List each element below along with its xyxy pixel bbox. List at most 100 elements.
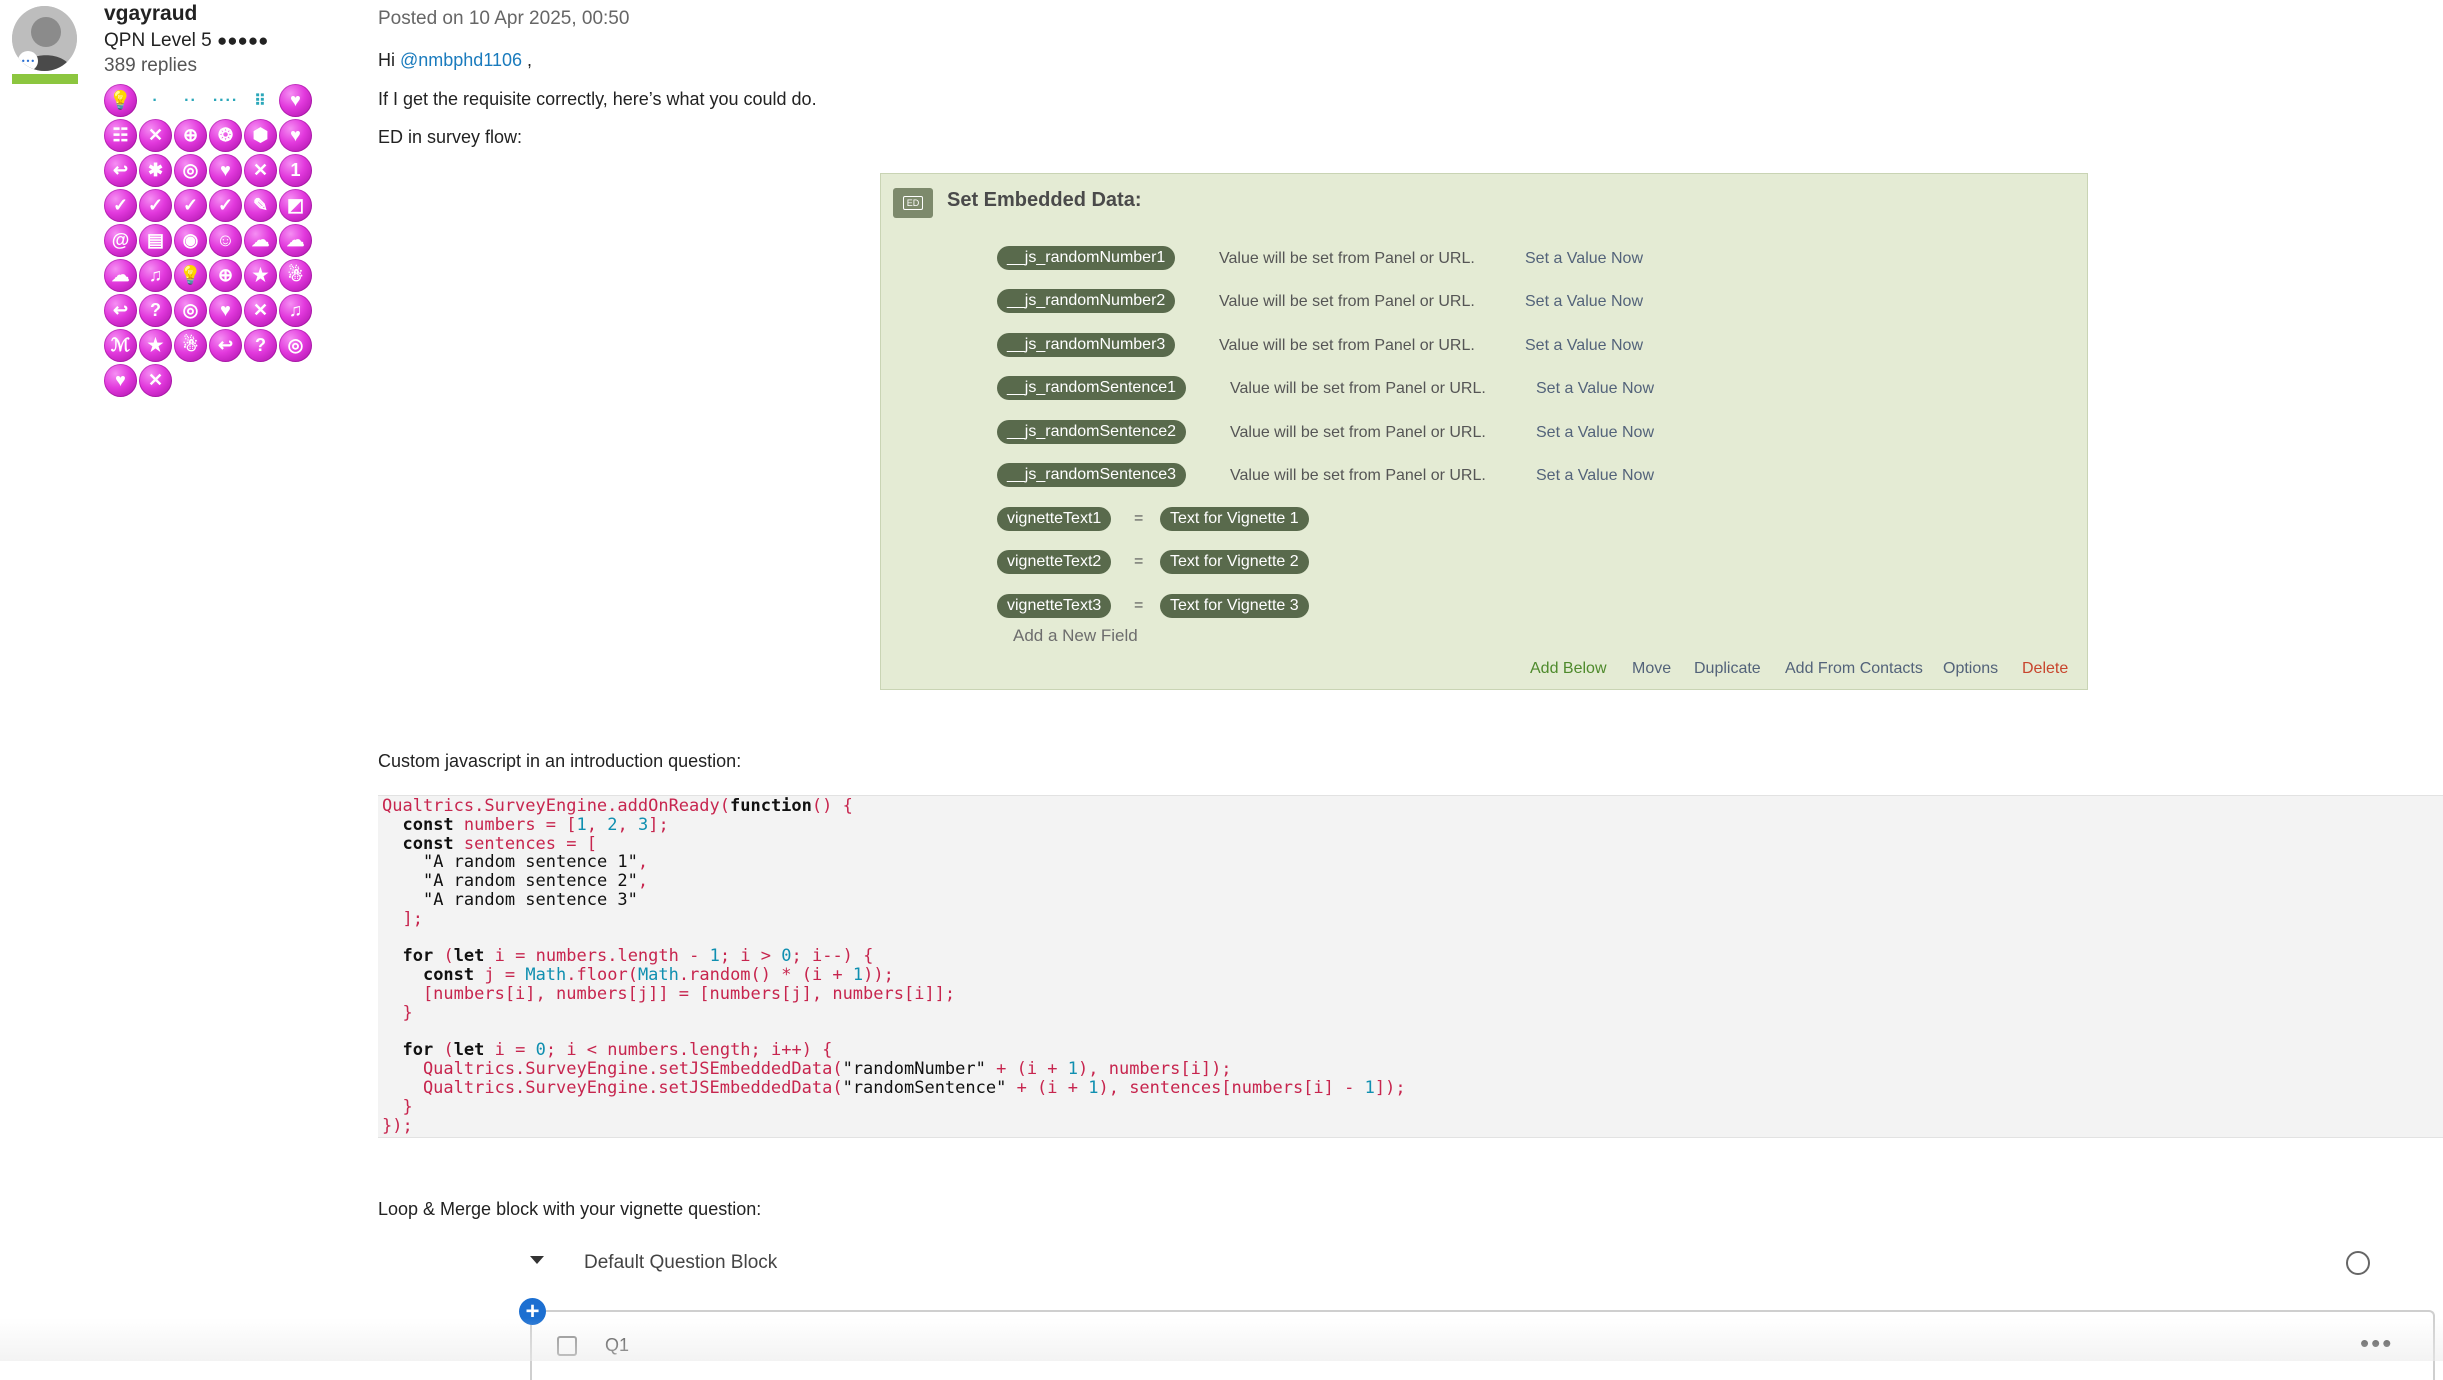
- field-note: Value will be set from Panel or URL.: [1230, 424, 1486, 441]
- author-name[interactable]: vgayraud: [104, 2, 197, 26]
- post-text: Loop & Merge block with your vignette qu…: [378, 1199, 762, 1219]
- badge-icon[interactable]: ✓: [104, 189, 137, 222]
- badge-icon[interactable]: ♫: [139, 259, 172, 292]
- badge-icon[interactable]: ?: [139, 294, 172, 327]
- badge-icon[interactable]: ✕: [139, 364, 172, 397]
- level-dots: ●●●●●: [217, 31, 269, 50]
- field-pill[interactable]: __js_randomSentence3: [997, 463, 1187, 487]
- action-duplicate-link[interactable]: Duplicate: [1694, 660, 1761, 678]
- badge-icon[interactable]: ♫: [279, 294, 312, 327]
- set-value-link[interactable]: Set a Value Now: [1536, 467, 1654, 485]
- set-value-link[interactable]: Set a Value Now: [1536, 424, 1654, 442]
- badge-icon[interactable]: 💡: [104, 84, 137, 117]
- badge-icon[interactable]: ✕: [244, 294, 277, 327]
- badge-icon[interactable]: ◉: [174, 224, 207, 257]
- avatar[interactable]: •••: [12, 6, 77, 71]
- badge-icon[interactable]: ·: [139, 84, 172, 117]
- field-pill[interactable]: __js_randomSentence1: [997, 376, 1187, 400]
- equals-sign: =: [1134, 597, 1144, 614]
- badge-icon[interactable]: ♥: [104, 364, 137, 397]
- field-pill[interactable]: __js_randomNumber1: [997, 246, 1176, 270]
- action-delete-link[interactable]: Delete: [2022, 660, 2068, 678]
- action-add-from-contacts-link[interactable]: Add From Contacts: [1785, 660, 1923, 678]
- badge-icon[interactable]: ℳ: [104, 329, 137, 362]
- badge-icon[interactable]: ★: [244, 259, 277, 292]
- field-pill[interactable]: vignetteText2: [997, 550, 1112, 574]
- badge-icon[interactable]: ◩: [279, 189, 312, 222]
- more-options-icon[interactable]: •••: [2360, 1330, 2393, 1356]
- set-value-link[interactable]: Set a Value Now: [1525, 337, 1643, 355]
- badge-icon[interactable]: 1: [279, 154, 312, 187]
- field-note: Value will be set from Panel or URL.: [1230, 380, 1486, 397]
- set-value-link[interactable]: Set a Value Now: [1525, 250, 1643, 268]
- badge-icon[interactable]: ❂: [209, 119, 242, 152]
- question-label: Q1: [605, 1335, 630, 1355]
- badge-icon[interactable]: ☁: [104, 259, 137, 292]
- field-pill[interactable]: vignetteText3: [997, 594, 1112, 618]
- badge-icon[interactable]: ⊕: [209, 259, 242, 292]
- field-note: Value will be set from Panel or URL.: [1219, 293, 1475, 310]
- code-content: Qualtrics.SurveyEngine.addOnReady(functi…: [382, 796, 1406, 1136]
- value-pill[interactable]: Text for Vignette 2: [1160, 550, 1309, 574]
- badge-icon[interactable]: ✎: [244, 189, 277, 222]
- set-value-link[interactable]: Set a Value Now: [1536, 380, 1654, 398]
- field-pill[interactable]: __js_randomNumber3: [997, 333, 1176, 357]
- badge-icon[interactable]: ◎: [174, 154, 207, 187]
- question-checkbox[interactable]: [557, 1336, 577, 1356]
- rank-bar: [12, 74, 78, 84]
- post-text: ED in survey flow:: [378, 127, 523, 147]
- badge-icon[interactable]: ↩: [104, 294, 137, 327]
- badge-icon[interactable]: ✕: [139, 119, 172, 152]
- greeting-suffix: ,: [522, 50, 533, 70]
- badge-icon[interactable]: ▤: [139, 224, 172, 257]
- set-value-link[interactable]: Set a Value Now: [1525, 293, 1643, 311]
- greeting-prefix: Hi: [378, 50, 400, 70]
- badge-icon[interactable]: ⊕: [174, 119, 207, 152]
- action-options-link[interactable]: Options: [1943, 660, 1998, 678]
- badge-icon[interactable]: ☃: [174, 329, 207, 362]
- badge-icon[interactable]: ☷: [104, 119, 137, 152]
- badge-icon[interactable]: ✱: [139, 154, 172, 187]
- badge-icon[interactable]: ··: [174, 84, 207, 117]
- sync-icon[interactable]: [2346, 1251, 2370, 1275]
- badge-icon[interactable]: ☁: [244, 224, 277, 257]
- badge-icon[interactable]: ?: [244, 329, 277, 362]
- collapse-caret-icon[interactable]: [530, 1256, 544, 1264]
- badge-icon[interactable]: @: [104, 224, 137, 257]
- badge-icon[interactable]: ⠿: [244, 84, 277, 117]
- badge-icon[interactable]: ♥: [279, 119, 312, 152]
- badge-icon[interactable]: ✓: [209, 189, 242, 222]
- badge-icon[interactable]: ✓: [174, 189, 207, 222]
- action-move-link[interactable]: Move: [1632, 660, 1671, 678]
- badge-icon[interactable]: ★: [139, 329, 172, 362]
- greeting-line: Hi @nmbphd1106 ,: [378, 50, 532, 71]
- badge-icon[interactable]: ↩: [209, 329, 242, 362]
- field-pill[interactable]: __js_randomNumber2: [997, 289, 1176, 313]
- badge-icon[interactable]: ◎: [279, 329, 312, 362]
- badge-icon[interactable]: ⬢: [244, 119, 277, 152]
- badge-icon[interactable]: 💡: [174, 259, 207, 292]
- action-add-below-link[interactable]: Add Below: [1530, 660, 1607, 678]
- badge-icon[interactable]: ◎: [174, 294, 207, 327]
- badge-icon[interactable]: ····: [209, 84, 242, 117]
- badge-icon[interactable]: ✕: [244, 154, 277, 187]
- badge-icon[interactable]: ♥: [209, 154, 242, 187]
- badge-icon[interactable]: ↩: [104, 154, 137, 187]
- value-pill[interactable]: Text for Vignette 3: [1160, 594, 1309, 618]
- embedded-data-icon-label: ED: [902, 196, 924, 210]
- badge-icon[interactable]: ♥: [279, 84, 312, 117]
- field-pill[interactable]: __js_randomSentence2: [997, 420, 1187, 444]
- user-mention-link[interactable]: @nmbphd1106: [400, 50, 522, 70]
- badge-icon[interactable]: ☁: [279, 224, 312, 257]
- badge-icon[interactable]: ♥: [209, 294, 242, 327]
- badge-icon[interactable]: ☃: [279, 259, 312, 292]
- question-card: [530, 1310, 2435, 1380]
- equals-sign: =: [1134, 553, 1144, 570]
- badge-icon[interactable]: ☺: [209, 224, 242, 257]
- field-pill[interactable]: vignetteText1: [997, 507, 1112, 531]
- add-question-button[interactable]: +: [519, 1298, 546, 1325]
- add-new-field-link[interactable]: Add a New Field: [1013, 626, 1138, 646]
- post-date: Posted on 10 Apr 2025, 00:50: [378, 8, 630, 29]
- value-pill[interactable]: Text for Vignette 1: [1160, 507, 1309, 531]
- badge-icon[interactable]: ✓: [139, 189, 172, 222]
